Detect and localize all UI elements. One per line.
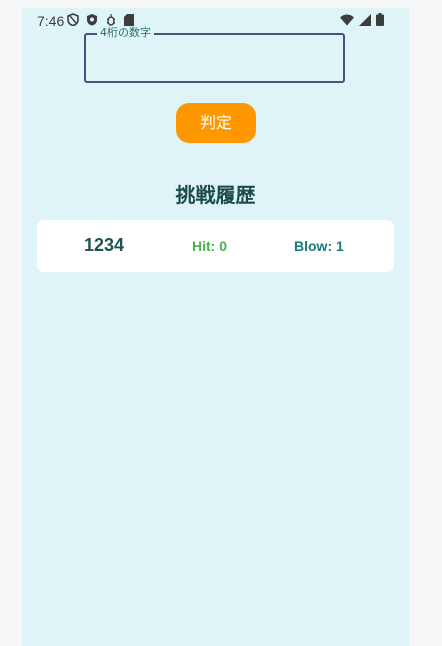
status-right-icons [340, 13, 384, 26]
digit-input-field[interactable]: 4桁の数字 [84, 26, 345, 83]
history-hit: Hit: 0 [192, 238, 227, 254]
digit-input[interactable] [96, 47, 335, 71]
wifi-icon [340, 14, 354, 26]
status-bar: 7:46 [22, 8, 409, 34]
history-title: 挑戦履歴 [175, 183, 256, 207]
battery-icon [376, 13, 384, 26]
history-blow: Blow: 1 [294, 238, 344, 254]
shield-outline-icon [67, 13, 79, 26]
status-time: 7:46 [37, 13, 65, 29]
status-left-icons [67, 13, 134, 26]
debug-icon [105, 13, 117, 26]
sd-card-icon [124, 13, 134, 26]
history-item: 1234 Hit: 0 Blow: 1 [37, 220, 394, 272]
shield-icon [86, 13, 98, 26]
judge-button[interactable]: 判定 [176, 103, 256, 143]
history-guess: 1234 [84, 235, 125, 255]
digit-input-label: 4桁の数字 [97, 26, 154, 40]
app-screen: 7:46 4桁の数字 判定 挑戦履歴 1234 Hit: 0 Blow: 1 [22, 8, 409, 646]
signal-icon [359, 13, 371, 26]
